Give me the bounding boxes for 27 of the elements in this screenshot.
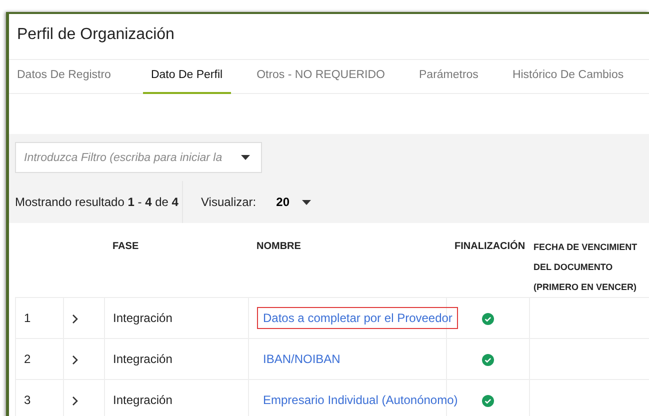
tab[interactable]: Parámetros <box>411 60 486 94</box>
row-number: 2 <box>24 352 31 366</box>
expand-chevron-icon[interactable] <box>72 354 78 365</box>
column-header: FINALIZACIÓN <box>454 241 526 252</box>
column-header: FECHA DE VENCIMIENT DEL DOCUMENTO (PRIMERO EN VENCER) <box>534 242 638 292</box>
window-title: Perfil de Organización <box>9 14 649 60</box>
document-link[interactable]: Datos a completar por el Proveedor <box>257 307 458 329</box>
row-number: 1 <box>24 311 31 325</box>
document-link[interactable]: Empresario Individual (Autonónomo) <box>257 389 464 411</box>
expand-chevron-icon[interactable] <box>72 396 78 406</box>
tab[interactable]: Datos De Registro <box>9 60 119 94</box>
tab[interactable]: Otros - NO REQUERIDO <box>248 60 393 94</box>
table-cell: Integración <box>113 311 172 325</box>
tab[interactable]: Dato De Perfil <box>142 60 231 94</box>
row-number: 3 <box>24 393 31 407</box>
caret-icon <box>241 155 250 160</box>
table-cell: Integración <box>113 393 172 407</box>
results-count: Mostrando resultado 1 - 4 de 4 <box>9 181 183 223</box>
filter-field[interactable]: Introduzca Filtro (escriba para iniciar la <box>15 142 262 173</box>
page-size-select[interactable]: 20 <box>270 192 316 212</box>
caret-icon <box>302 200 310 204</box>
view-label: Visualizar: <box>201 194 256 211</box>
expand-chevron-icon[interactable] <box>72 314 78 324</box>
table-cell: Integración <box>113 352 172 366</box>
column-header: NOMBRE <box>256 241 301 252</box>
column-header: FASE <box>112 241 139 252</box>
tab[interactable]: Histórico De Cambios <box>504 60 632 94</box>
